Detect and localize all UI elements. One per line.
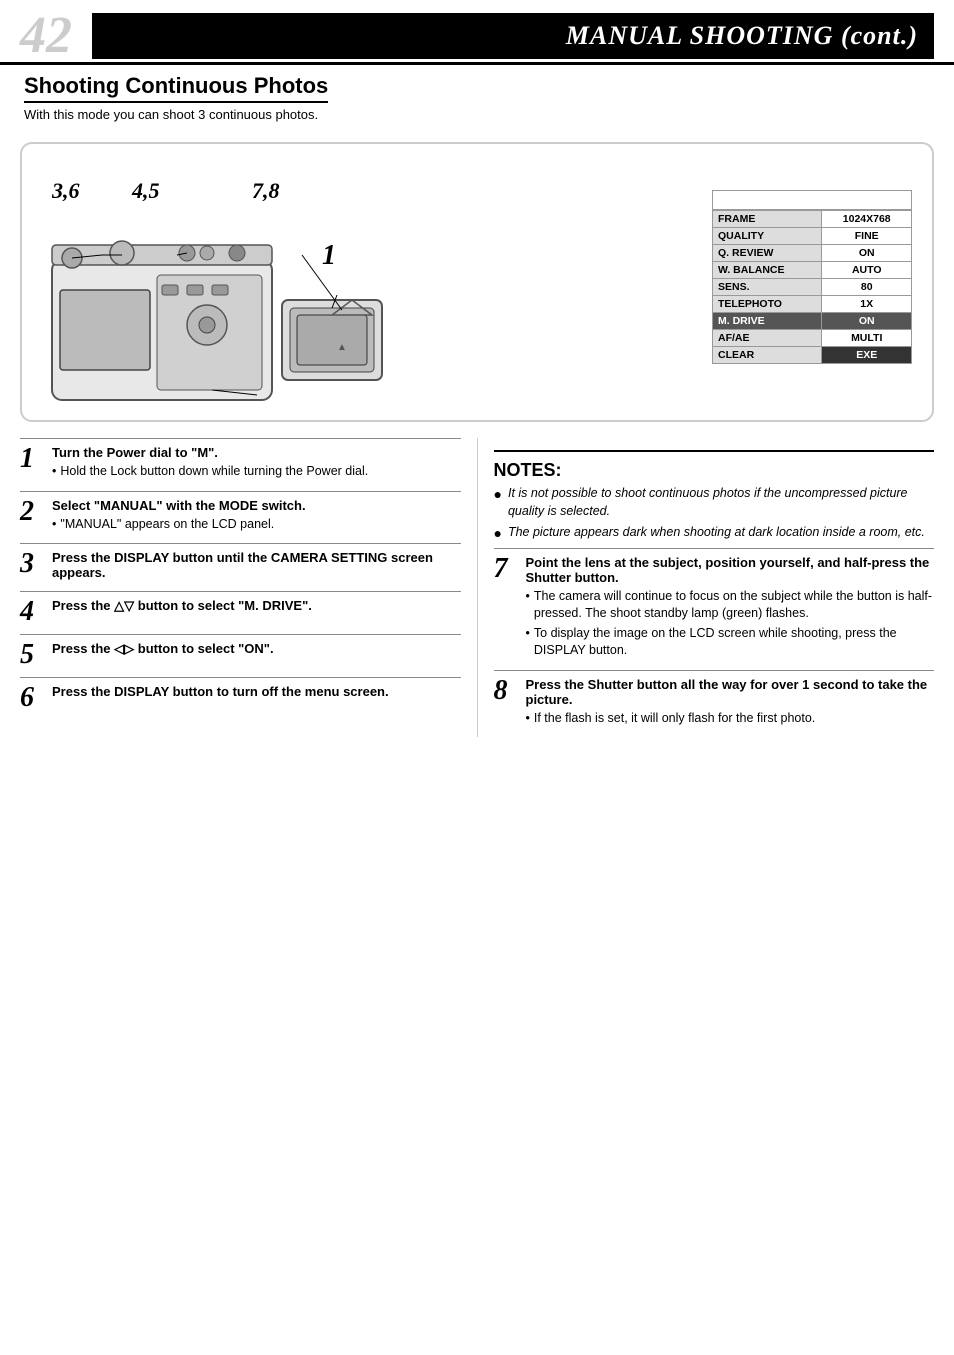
step-number: 2: [20, 498, 42, 526]
step-title: Press the ◁▷ button to select "ON".: [52, 641, 461, 657]
camera-setting-row: QUALITY FINE: [713, 228, 912, 245]
camera-setting-label: FRAME: [713, 211, 822, 228]
notes-item: ● It is not possible to shoot continuous…: [494, 485, 935, 520]
camera-setting-row: Q. REVIEW ON: [713, 245, 912, 262]
camera-setting-label: AF/AE: [713, 330, 822, 347]
camera-setting-value: EXE: [822, 347, 912, 364]
step-body: If the flash is set, it will only flash …: [526, 710, 935, 728]
camera-setting-value: 80: [822, 279, 912, 296]
step-content: Press the DISPLAY button to turn off the…: [52, 684, 461, 702]
step-title: Press the DISPLAY button until the CAMER…: [52, 550, 461, 580]
camera-setting-row: TELEPHOTO 1X: [713, 296, 912, 313]
camera-setting-value: ON: [822, 313, 912, 330]
step-item: 2 Select "MANUAL" with the MODE switch. …: [20, 491, 461, 536]
camera-diagram: 3,6 4,5 7,8 1 2: [42, 160, 692, 400]
step-bullet: To display the image on the LCD screen w…: [526, 625, 935, 660]
step-title: Point the lens at the subject, position …: [526, 555, 935, 585]
shooting-title-area: Shooting Continuous Photos: [0, 65, 954, 105]
step-item: 4 Press the △▽ button to select "M. DRIV…: [20, 591, 461, 626]
svg-text:▲: ▲: [337, 342, 347, 353]
step-number: 1: [20, 445, 42, 473]
step-content: Press the Shutter button all the way for…: [526, 677, 935, 730]
steps-left: 1 Turn the Power dial to "M". Hold the L…: [20, 438, 478, 737]
page-header: 42 MANUAL SHOOTING (cont.): [0, 0, 954, 65]
camera-setting-row: FRAME 1024X768: [713, 211, 912, 228]
notes-item: ● The picture appears dark when shooting…: [494, 524, 935, 544]
camera-setting-label: QUALITY: [713, 228, 822, 245]
camera-setting-label: Q. REVIEW: [713, 245, 822, 262]
step-content: Point the lens at the subject, position …: [526, 555, 935, 662]
step-title: Press the DISPLAY button to turn off the…: [52, 684, 461, 699]
step-item: 1 Turn the Power dial to "M". Hold the L…: [20, 438, 461, 483]
step-bullet: Hold the Lock button down while turning …: [52, 463, 461, 481]
notes-bullet-icon: ●: [494, 485, 502, 505]
camera-setting-value: AUTO: [822, 262, 912, 279]
camera-setting-label: W. BALANCE: [713, 262, 822, 279]
camera-setting-label: M. DRIVE: [713, 313, 822, 330]
step-content: Press the ◁▷ button to select "ON".: [52, 641, 461, 660]
step-number: 5: [20, 641, 42, 669]
step-number: 7: [494, 555, 516, 583]
camera-setting-row: AF/AE MULTI: [713, 330, 912, 347]
step-content: Press the △▽ button to select "M. DRIVE"…: [52, 598, 461, 617]
step-item: 3 Press the DISPLAY button until the CAM…: [20, 543, 461, 583]
camera-setting-row: SENS. 80: [713, 279, 912, 296]
step-number: 3: [20, 550, 42, 578]
step-body: Hold the Lock button down while turning …: [52, 463, 461, 481]
camera-setting-label: SENS.: [713, 279, 822, 296]
camera-setting-value: 1024X768: [822, 211, 912, 228]
camera-setting-table-wrap: CAMERA SETTING FRAME 1024X768 QUALITY FI…: [712, 190, 912, 364]
camera-setting-row: W. BALANCE AUTO: [713, 262, 912, 279]
camera-setting-row: M. DRIVE ON: [713, 313, 912, 330]
camera-setting-label: CLEAR: [713, 347, 822, 364]
camera-setting-value: ON: [822, 245, 912, 262]
notes-title: NOTES:: [494, 460, 935, 481]
diagram-box: 3,6 4,5 7,8 1 2: [20, 142, 934, 422]
page-number: 42: [20, 10, 72, 62]
step-item: 5 Press the ◁▷ button to select "ON".: [20, 634, 461, 669]
step-bullet: "MANUAL" appears on the LCD panel.: [52, 516, 461, 534]
step-bullet: The camera will continue to focus on the…: [526, 588, 935, 623]
page: 42 MANUAL SHOOTING (cont.) Shooting Cont…: [0, 0, 954, 1355]
step-title: Select "MANUAL" with the MODE switch.: [52, 498, 461, 513]
notes-text: It is not possible to shoot continuous p…: [508, 485, 934, 520]
notes-text: The picture appears dark when shooting a…: [508, 524, 925, 542]
step-number: 4: [20, 598, 42, 626]
camera-setting-row: CLEAR EXE: [713, 347, 912, 364]
step-content: Select "MANUAL" with the MODE switch. "M…: [52, 498, 461, 536]
step-content: Press the DISPLAY button until the CAMER…: [52, 550, 461, 583]
camera-setting-header: CAMERA SETTING: [713, 191, 912, 210]
step-number: 8: [494, 677, 516, 705]
notes-section: NOTES: ● It is not possible to shoot con…: [494, 450, 935, 544]
camera-setting-label: TELEPHOTO: [713, 296, 822, 313]
shooting-title-text: Shooting Continuous Photos: [24, 73, 328, 103]
notes-container: NOTES: ● It is not possible to shoot con…: [494, 450, 935, 544]
camera-illustration: ▲: [42, 200, 402, 420]
step-item: 6 Press the DISPLAY button to turn off t…: [20, 677, 461, 712]
section-title: MANUAL SHOOTING (cont.): [92, 13, 934, 59]
step-body: "MANUAL" appears on the LCD panel.: [52, 516, 461, 534]
shooting-subtitle: With this mode you can shoot 3 continuou…: [0, 105, 954, 132]
steps-area: 1 Turn the Power dial to "M". Hold the L…: [0, 438, 954, 737]
step-body: The camera will continue to focus on the…: [526, 588, 935, 660]
camera-setting-value: FINE: [822, 228, 912, 245]
step-title: Turn the Power dial to "M".: [52, 445, 461, 460]
steps-right: NOTES: ● It is not possible to shoot con…: [478, 438, 935, 737]
step-title: Press the Shutter button all the way for…: [526, 677, 935, 707]
camera-setting-value: MULTI: [822, 330, 912, 347]
step-content: Turn the Power dial to "M". Hold the Loc…: [52, 445, 461, 483]
camera-setting-rows: FRAME 1024X768 QUALITY FINE Q. REVIEW ON…: [712, 210, 912, 364]
camera-setting-value: 1X: [822, 296, 912, 313]
step-title: Press the △▽ button to select "M. DRIVE"…: [52, 598, 461, 614]
step-bullet: If the flash is set, it will only flash …: [526, 710, 935, 728]
step-number: 6: [20, 684, 42, 712]
step-item: 8 Press the Shutter button all the way f…: [494, 670, 935, 730]
step-item: 7 Point the lens at the subject, positio…: [494, 548, 935, 662]
notes-bullet-icon: ●: [494, 524, 502, 544]
camera-setting-table: CAMERA SETTING: [712, 190, 912, 210]
